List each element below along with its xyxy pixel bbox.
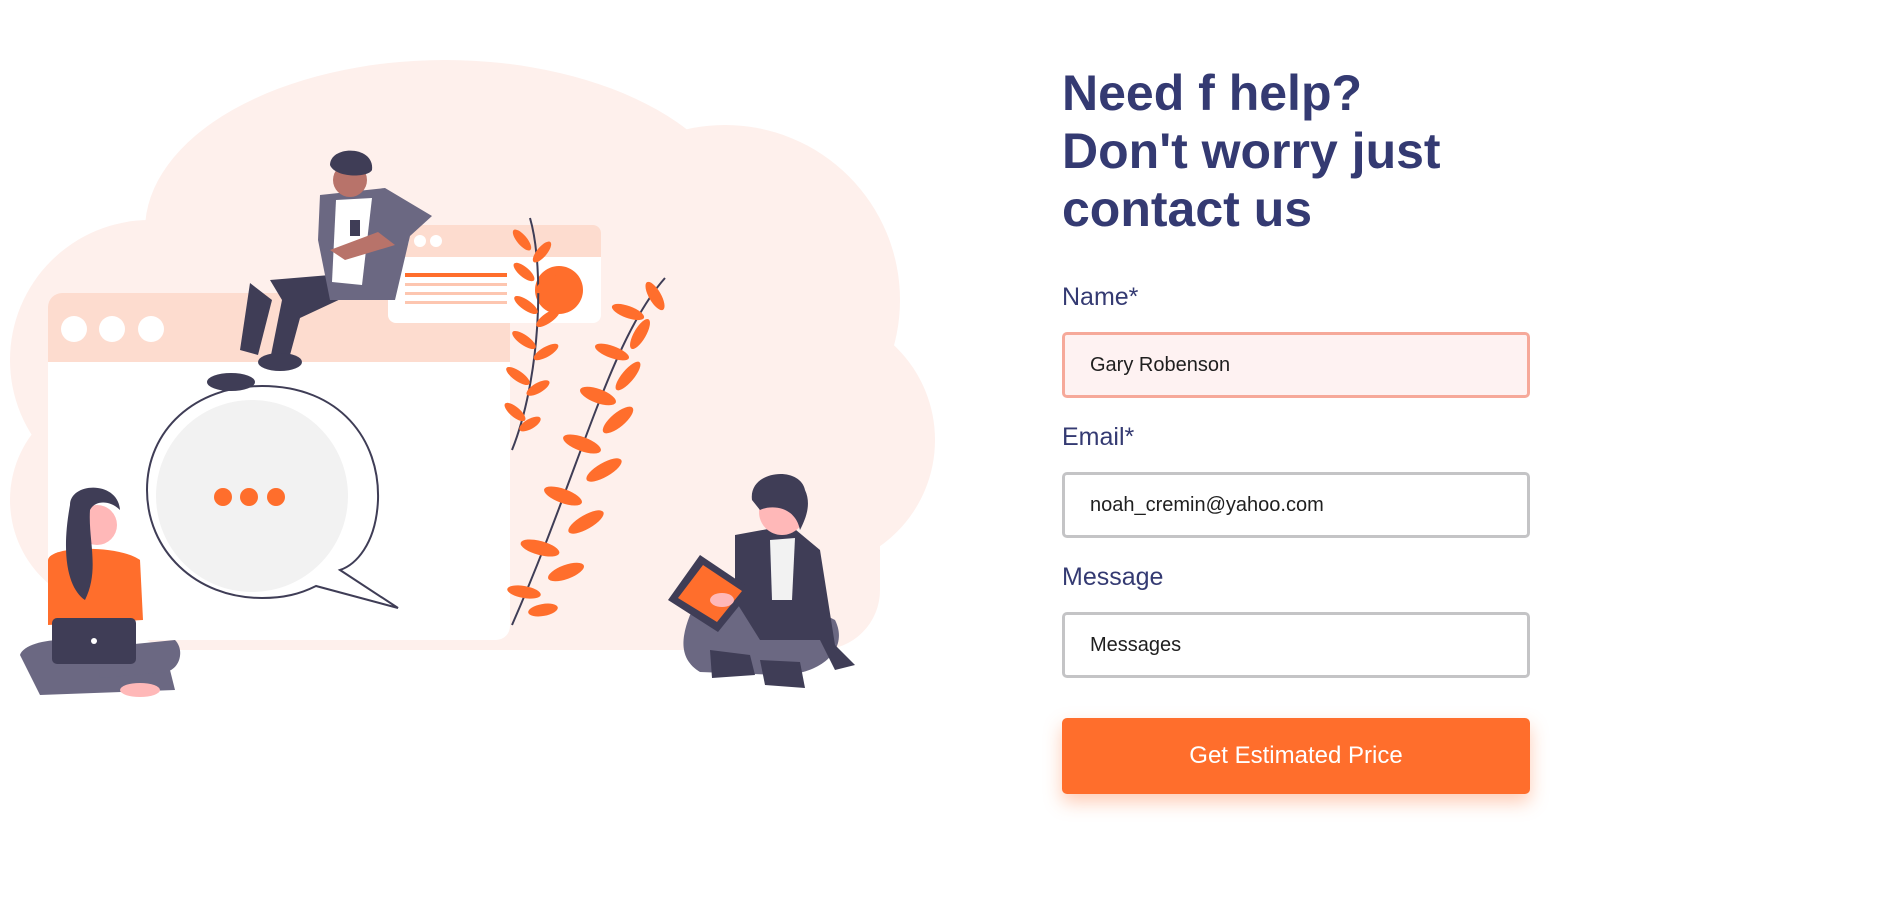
page-title: Need f help? Don't worry just contact us <box>1062 64 1502 238</box>
message-label: Message <box>1062 563 1164 591</box>
name-field[interactable] <box>1062 332 1530 398</box>
people-chatting-illustration <box>10 60 935 697</box>
headline-line-2: Don't worry just <box>1062 123 1441 179</box>
headline-line-3: contact us <box>1062 181 1313 237</box>
contact-illustration <box>0 0 940 720</box>
contact-form: Name* Email* Message Get Estimated Price <box>1062 282 1532 794</box>
name-label: Name* <box>1062 283 1139 311</box>
get-estimated-price-button[interactable]: Get Estimated Price <box>1062 718 1530 794</box>
email-label: Email* <box>1062 423 1135 451</box>
email-field[interactable] <box>1062 472 1530 538</box>
contact-form-panel: Need f help? Don't worry just contact us… <box>1062 64 1532 794</box>
browser-window-small <box>388 225 601 323</box>
headline-line-1: Need f help? <box>1062 65 1363 121</box>
message-field[interactable] <box>1062 612 1530 678</box>
